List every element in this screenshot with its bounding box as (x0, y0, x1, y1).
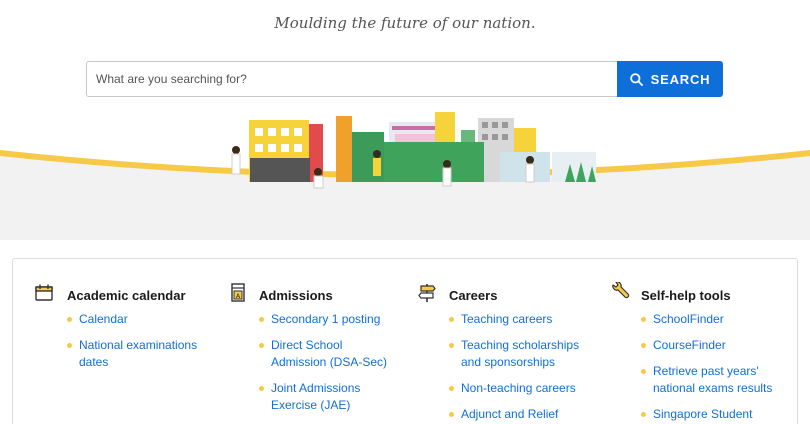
svg-text:A: A (236, 294, 241, 300)
list-item[interactable]: Singapore Student (641, 406, 791, 423)
link-secondary-1-posting[interactable]: Secondary 1 posting (271, 312, 380, 326)
list-item[interactable]: Retrieve past years' national exams resu… (641, 363, 781, 397)
list-item[interactable]: Adjunct and Relief (449, 406, 599, 423)
link-teaching-careers[interactable]: Teaching careers (461, 312, 552, 326)
category-title: Careers (449, 288, 498, 303)
wrench-icon (612, 282, 630, 299)
calendar-icon (35, 284, 53, 301)
link-singapore-student[interactable]: Singapore Student (653, 407, 752, 421)
list-item[interactable]: Calendar (67, 311, 217, 328)
list-item[interactable]: Non-teaching careers (449, 380, 599, 397)
link-adjunct-and-relief[interactable]: Adjunct and Relief (461, 407, 558, 421)
link-coursefinder[interactable]: CourseFinder (653, 338, 726, 352)
link-list: Teaching careers Teaching scholarships a… (449, 307, 599, 424)
link-schoolfinder[interactable]: SchoolFinder (653, 312, 724, 326)
list-item[interactable]: Secondary 1 posting (259, 311, 409, 328)
admissions-icon: A (231, 283, 245, 302)
link-calendar[interactable]: Calendar (79, 312, 128, 326)
link-retrieve-past-exam-results[interactable]: Retrieve past years' national exams resu… (653, 364, 772, 395)
search-bar: SEARCH (86, 61, 723, 97)
link-list: SchoolFinder CourseFinder Retrieve past … (641, 307, 791, 424)
list-item[interactable]: SchoolFinder (641, 311, 791, 328)
hero-illustration (0, 112, 810, 240)
link-jae[interactable]: Joint Admissions Exercise (JAE) (271, 381, 360, 412)
quick-links-panel: Academic calendar Calendar National exam… (12, 258, 798, 424)
search-button-label: SEARCH (650, 71, 711, 87)
list-item[interactable]: Joint Admissions Exercise (JAE) (259, 380, 379, 414)
list-item[interactable]: Teaching scholarships and sponsorships (449, 337, 589, 371)
category-title: Self-help tools (641, 288, 731, 303)
signpost-icon (418, 284, 436, 302)
search-icon (629, 72, 643, 86)
list-item[interactable]: Direct School Admission (DSA-Sec) (259, 337, 389, 371)
site-tagline: Moulding the future of our nation. (274, 14, 536, 32)
link-national-examinations-dates[interactable]: National examinations dates (79, 338, 197, 369)
link-list: Calendar National examinations dates (67, 307, 217, 380)
category-title: Academic calendar (67, 288, 186, 303)
search-button[interactable]: SEARCH (617, 61, 723, 97)
list-item[interactable]: Teaching careers (449, 311, 599, 328)
search-input[interactable] (86, 61, 617, 97)
link-list: Secondary 1 posting Direct School Admiss… (259, 307, 409, 423)
category-title: Admissions (259, 288, 333, 303)
list-item[interactable]: CourseFinder (641, 337, 791, 354)
list-item[interactable]: National examinations dates (67, 337, 205, 371)
link-non-teaching-careers[interactable]: Non-teaching careers (461, 381, 576, 395)
link-teaching-scholarships[interactable]: Teaching scholarships and sponsorships (461, 338, 579, 369)
link-dsa-sec[interactable]: Direct School Admission (DSA-Sec) (271, 338, 387, 369)
